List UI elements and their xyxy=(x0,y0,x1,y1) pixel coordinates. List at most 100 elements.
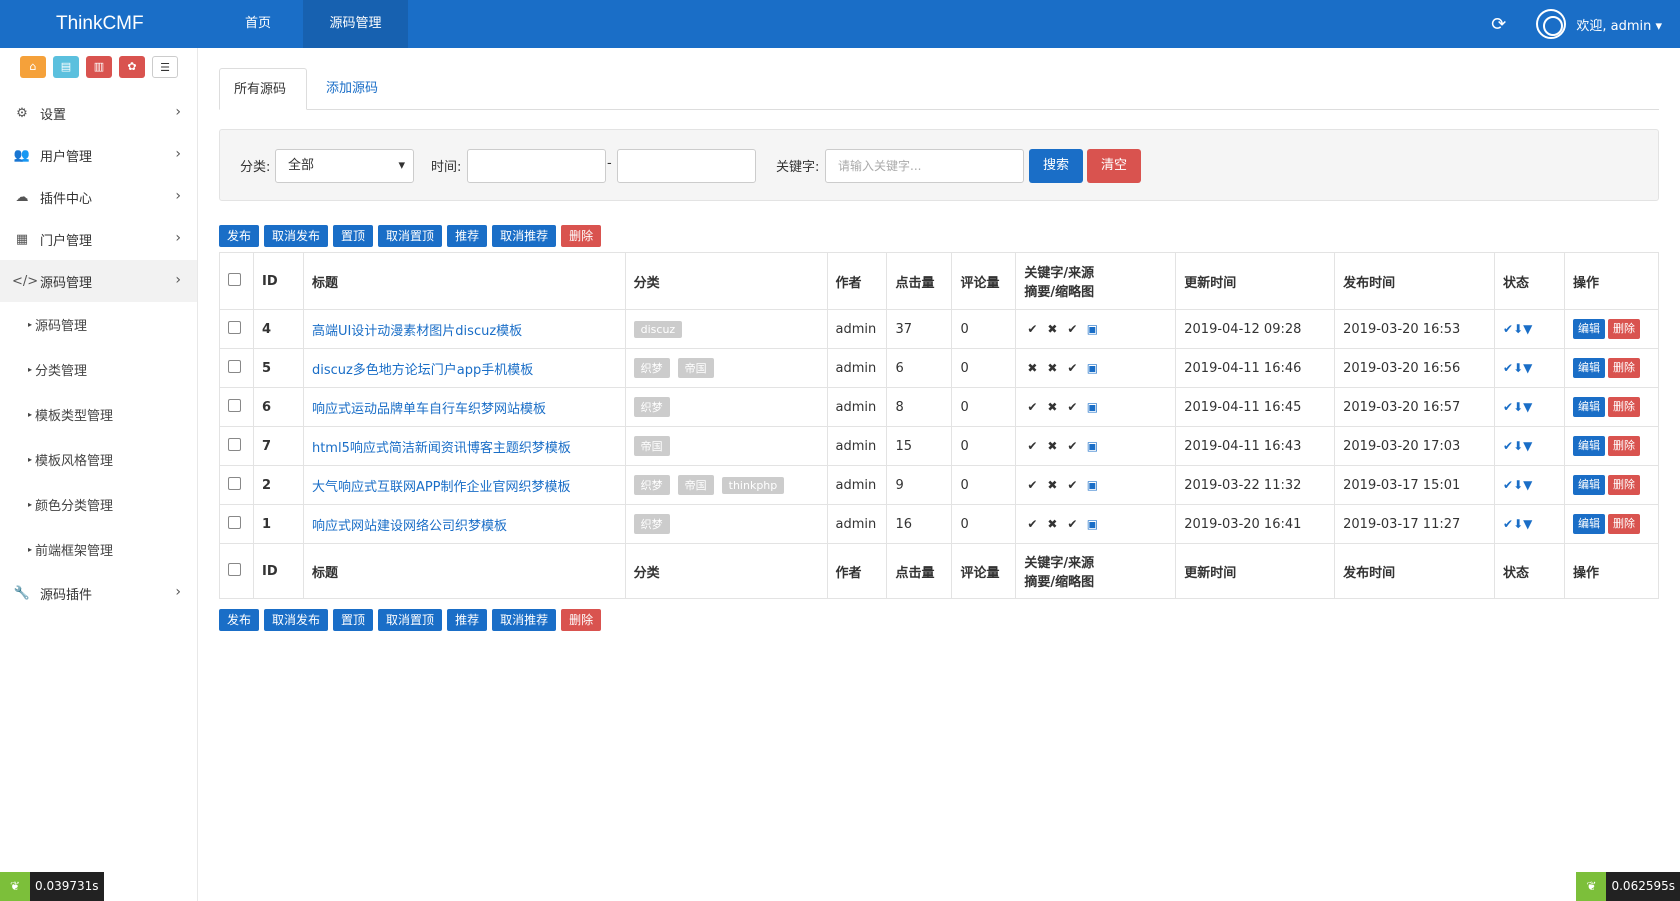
recommend-button[interactable]: 推荐 xyxy=(447,609,488,631)
debug-timing-right[interactable]: ❦ 0.062595s xyxy=(1576,872,1680,901)
unpin-button[interactable]: 取消置顶 xyxy=(378,225,443,247)
home-icon[interactable]: ⌂ xyxy=(20,56,46,78)
pin-button[interactable]: 置顶 xyxy=(333,609,374,631)
col-id[interactable]: ID xyxy=(252,543,304,599)
col-id[interactable]: ID xyxy=(252,252,304,310)
row-checkbox[interactable] xyxy=(228,398,241,412)
sidebar-item-settings[interactable]: ⚙ 设置 › xyxy=(0,92,197,134)
delete-button[interactable]: 删除 xyxy=(561,609,602,631)
row-tags: 织梦 xyxy=(624,387,828,427)
sidebar-sub-template-style[interactable]: 模板风格管理 xyxy=(0,437,197,482)
row-delete-button[interactable]: 删除 xyxy=(1607,358,1640,378)
sidebar-sub-category[interactable]: 分类管理 xyxy=(0,347,197,392)
refresh-icon[interactable]: ⟳ xyxy=(1491,14,1506,35)
category-select[interactable]: 全部 xyxy=(275,149,414,183)
edit-button[interactable]: 编辑 xyxy=(1572,358,1605,378)
row-delete-button[interactable]: 删除 xyxy=(1607,514,1640,534)
image-icon[interactable]: ▣ xyxy=(1084,361,1100,375)
col-category: 分类 xyxy=(624,543,828,599)
unpublish-button[interactable]: 取消发布 xyxy=(264,609,329,631)
avatar[interactable] xyxy=(1536,9,1567,39)
sidebar: ⌂ ▤ ▥ ✿ ☰ ⚙ 设置 › 👥 用户管理 › ☁ 插件中心 › ▦ 门户管… xyxy=(0,48,198,901)
row-checkbox[interactable] xyxy=(228,437,241,451)
delete-button[interactable]: 删除 xyxy=(561,225,602,247)
row-delete-button[interactable]: 删除 xyxy=(1607,319,1640,339)
category-tag[interactable]: 织梦 xyxy=(633,514,670,534)
image-icon[interactable]: ▣ xyxy=(1084,322,1100,336)
sidebar-item-source-plugin[interactable]: 🔧 源码插件 › xyxy=(0,572,197,614)
publish-button[interactable]: 发布 xyxy=(219,609,260,631)
gears-icon: ⚙ xyxy=(16,105,28,121)
pin-button[interactable]: 置顶 xyxy=(333,225,374,247)
recommend-button[interactable]: 推荐 xyxy=(447,225,488,247)
image-icon[interactable]: ▣ xyxy=(1084,439,1100,453)
category-tag[interactable]: 帝国 xyxy=(677,358,714,378)
row-title-link[interactable]: discuz多色地方论坛门户app手机模板 xyxy=(312,363,533,378)
unrecommend-button[interactable]: 取消推荐 xyxy=(492,225,557,247)
row-checkbox[interactable] xyxy=(228,515,241,529)
category-tag[interactable]: discuz xyxy=(633,320,683,338)
start-time-input[interactable] xyxy=(467,149,606,183)
row-title-link[interactable]: 响应式网站建设网络公司织梦模板 xyxy=(312,519,507,534)
row-title-link[interactable]: html5响应式简洁新闻资讯博客主题织梦模板 xyxy=(312,441,571,456)
edit-button[interactable]: 编辑 xyxy=(1572,397,1605,417)
category-tag[interactable]: 帝国 xyxy=(633,436,670,456)
select-all-checkbox[interactable] xyxy=(228,272,241,286)
image-icon[interactable]: ▣ xyxy=(1084,400,1100,414)
unpublish-button[interactable]: 取消发布 xyxy=(264,225,329,247)
row-delete-button[interactable]: 删除 xyxy=(1607,436,1640,456)
select-all-checkbox-bottom[interactable] xyxy=(228,562,241,576)
chevron-right-icon: › xyxy=(175,104,181,120)
end-time-input[interactable] xyxy=(617,149,756,183)
row-delete-button[interactable]: 删除 xyxy=(1607,475,1640,495)
sidebar-item-source[interactable]: </> 源码管理 › xyxy=(0,260,197,302)
row-id: 2 xyxy=(252,465,304,505)
category-tag[interactable]: 织梦 xyxy=(633,475,670,495)
tab-add-source[interactable]: 添加源码 xyxy=(312,68,392,110)
search-button[interactable]: 搜索 xyxy=(1029,149,1083,183)
category-label: 分类: xyxy=(240,160,271,175)
keyword-input[interactable]: 请输入关键字... xyxy=(825,149,1024,183)
sidebar-sub-template-type[interactable]: 模板类型管理 xyxy=(0,392,197,437)
row-checkbox[interactable] xyxy=(228,320,241,334)
sidebar-item-portal[interactable]: ▦ 门户管理 › xyxy=(0,218,197,260)
image-icon[interactable]: ▣ xyxy=(1084,478,1100,492)
row-checkbox[interactable] xyxy=(228,359,241,373)
file-icon[interactable]: ▤ xyxy=(53,56,79,78)
image-icon[interactable]: ▣ xyxy=(1084,517,1100,531)
category-tag[interactable]: 织梦 xyxy=(633,397,670,417)
keyword-placeholder: 请输入关键字... xyxy=(838,159,922,173)
brand-logo[interactable]: ThinkCMF xyxy=(56,0,144,48)
row-title-link[interactable]: 响应式运动品牌单车自行车织梦网站模板 xyxy=(312,402,546,417)
row-author: admin xyxy=(826,426,888,466)
tab-all-source[interactable]: 所有源码 xyxy=(219,68,307,110)
recycle-icon[interactable]: ✿ xyxy=(119,56,145,78)
unpin-button[interactable]: 取消置顶 xyxy=(378,609,443,631)
edit-button[interactable]: 编辑 xyxy=(1572,475,1605,495)
topnav-home[interactable]: 首页 xyxy=(213,0,303,48)
category-tag[interactable]: 织梦 xyxy=(633,358,670,378)
category-tag[interactable]: 帝国 xyxy=(677,475,714,495)
sidebar-sub-source[interactable]: 源码管理 xyxy=(0,302,197,347)
row-title-link[interactable]: 大气响应式互联网APP制作企业官网织梦模板 xyxy=(312,480,571,495)
edit-button[interactable]: 编辑 xyxy=(1572,319,1605,339)
edit-button[interactable]: 编辑 xyxy=(1572,514,1605,534)
list-icon[interactable]: ☰ xyxy=(152,56,178,78)
debug-timing-left[interactable]: ❦ 0.039731s xyxy=(0,872,104,901)
edit-button[interactable]: 编辑 xyxy=(1572,436,1605,456)
sidebar-item-plugins[interactable]: ☁ 插件中心 › xyxy=(0,176,197,218)
col-updated: 更新时间 xyxy=(1175,543,1336,599)
topnav-source[interactable]: 源码管理 xyxy=(303,0,408,48)
category-tag[interactable]: thinkphp xyxy=(721,477,785,494)
sidebar-sub-color[interactable]: 颜色分类管理 xyxy=(0,482,197,527)
row-checkbox[interactable] xyxy=(228,476,241,490)
row-title-link[interactable]: 高端UI设计动漫素材图片discuz模板 xyxy=(312,324,522,339)
row-delete-button[interactable]: 删除 xyxy=(1607,397,1640,417)
trash-icon[interactable]: ▥ xyxy=(86,56,112,78)
clear-button[interactable]: 清空 xyxy=(1087,149,1141,183)
unrecommend-button[interactable]: 取消推荐 xyxy=(492,609,557,631)
user-menu[interactable]: 欢迎, admin ▾ xyxy=(1576,15,1662,34)
sidebar-item-users[interactable]: 👥 用户管理 › xyxy=(0,134,197,176)
sidebar-sub-framework[interactable]: 前端框架管理 xyxy=(0,527,197,572)
publish-button[interactable]: 发布 xyxy=(219,225,260,247)
